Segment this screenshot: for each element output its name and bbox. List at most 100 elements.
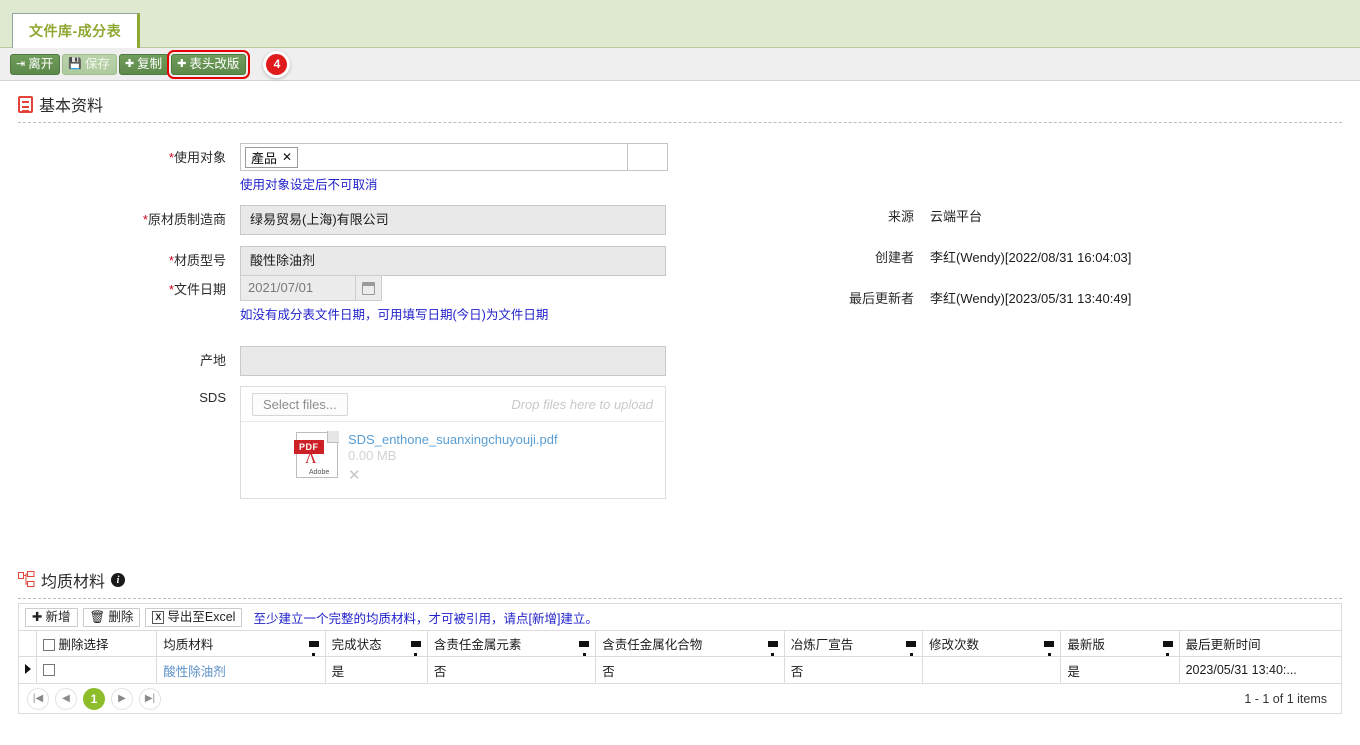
- last-updater-label: 最后更新者: [848, 291, 914, 306]
- pager-page-1-button[interactable]: 1: [83, 687, 105, 710]
- field-manufacturer: *原材质制造商 绿易贸易(上海)有限公司: [18, 205, 666, 235]
- filter-icon[interactable]: [906, 640, 916, 656]
- remove-file-icon[interactable]: ✕: [348, 463, 558, 484]
- sds-file-name[interactable]: SDS_enthone_suanxingchuyouji.pdf: [348, 432, 558, 447]
- field-origin: 产地: [18, 346, 666, 376]
- field-sds: SDS Select files... Drop files here to u…: [18, 386, 666, 499]
- field-usage-target: *使用对象 產品 ✕ 使用对象设定后不可取消: [18, 143, 668, 193]
- sds-uploader: Select files... Drop files here to uploa…: [240, 386, 666, 499]
- material-model-label: *材质型号: [168, 253, 226, 268]
- exit-button[interactable]: ⇥ 离开: [10, 53, 61, 75]
- cell-material[interactable]: 酸性除油剂: [156, 656, 326, 684]
- expand-row-icon[interactable]: [25, 664, 31, 674]
- field-material-model: *材质型号 酸性除油剂: [18, 246, 666, 276]
- usage-target-tag-label: 產品: [251, 150, 278, 166]
- section-divider: [18, 122, 1342, 123]
- column-header-material: 均质材料: [156, 630, 326, 657]
- column-label: 修改次数: [929, 638, 980, 652]
- cell-last-updated: 2023/05/31 13:40:...: [1178, 656, 1343, 684]
- calendar-button[interactable]: [356, 275, 382, 301]
- export-excel-button[interactable]: X 导出至Excel: [145, 607, 243, 627]
- grid-toolbar-hint: 至少建立一个完整的均质材料，才可被引用，请点[新增]建立。: [253, 611, 598, 626]
- add-row-label: 新增: [45, 609, 71, 624]
- export-excel-label: 导出至Excel: [167, 609, 236, 624]
- adobe-label: Adobe: [309, 469, 330, 476]
- row-checkbox[interactable]: [43, 664, 56, 676]
- column-header-smelter-declaration: 冶炼厂宣告: [783, 630, 924, 657]
- cell-metal-compound: 否: [595, 656, 785, 684]
- exit-button-label: 离开: [28, 56, 54, 71]
- creator-value: 李红(Wendy)[2022/08/31 16:04:03]: [930, 250, 1132, 265]
- source-value: 云端平台: [930, 209, 983, 224]
- column-label: 最新版: [1067, 638, 1105, 652]
- pager-next-button[interactable]: ▶: [111, 687, 133, 710]
- sds-file-item: PDF Λ Adobe SDS_enthone_suanxingchuyouji…: [241, 422, 665, 498]
- column-header-metal-element: 含责任金属元素: [426, 630, 597, 657]
- info-icon[interactable]: i: [111, 573, 126, 587]
- step-badge-4: 4: [266, 53, 288, 75]
- copy-button[interactable]: ✚ 复制: [118, 53, 170, 75]
- usage-target-tag-area[interactable]: 產品 ✕: [240, 143, 628, 171]
- origin-label: 产地: [199, 353, 226, 368]
- material-link[interactable]: 酸性除油剂: [163, 665, 226, 679]
- field-file-date: *文件日期 2021/07/01 如没有成分表文件日期，可用填写日期(今日)为文…: [18, 275, 548, 323]
- homogeneous-material-table: 删除选择 均质材料 完成状态 含责任金属元素 含责任金属化合物 冶炼厂宣告 修改…: [17, 630, 1343, 684]
- filter-icon[interactable]: [1044, 640, 1055, 656]
- delete-row-button[interactable]: 🗑 删除: [82, 607, 141, 627]
- filter-icon[interactable]: [308, 640, 319, 656]
- file-date-input[interactable]: 2021/07/01: [240, 275, 356, 301]
- expander-column-header: [17, 630, 38, 657]
- header-revision-button[interactable]: ✚ 表头改版: [167, 49, 251, 79]
- grid-toolbar: ✚ 新增 🗑 删除 X 导出至Excel 至少建立一个完整的均质材料，才可被引用…: [18, 603, 1342, 630]
- pager-prev-button[interactable]: ◀: [55, 687, 77, 710]
- select-all-checkbox[interactable]: [43, 639, 56, 651]
- filter-icon[interactable]: [410, 640, 421, 656]
- row-expander-cell[interactable]: [17, 656, 38, 684]
- pager-last-button[interactable]: ▶|: [139, 687, 161, 710]
- file-date-picker[interactable]: 2021/07/01: [240, 275, 548, 301]
- add-row-button[interactable]: ✚ 新增: [25, 607, 78, 627]
- tab-strip: 文件库-成分表: [0, 0, 1360, 48]
- pager-buttons: |◀ ◀ 1 ▶ ▶|: [27, 687, 161, 710]
- tab-document-library-composition[interactable]: 文件库-成分表: [12, 13, 141, 48]
- plus-icon: ✚: [177, 57, 187, 70]
- remove-tag-icon[interactable]: ✕: [282, 150, 292, 164]
- pdf-file-icon: PDF Λ Adobe: [294, 431, 339, 478]
- basic-info-section: 基本资料: [0, 81, 1360, 123]
- cell-metal-element: 否: [426, 656, 597, 684]
- column-header-latest-version: 最新版: [1060, 630, 1180, 657]
- column-label: 完成状态: [331, 638, 382, 652]
- meta-creator: 创建者 李红(Wendy)[2022/08/31 16:04:03]: [820, 247, 1131, 266]
- usage-target-hint: 使用对象设定后不可取消: [240, 178, 378, 192]
- document-list-icon: [18, 95, 33, 113]
- origin-input[interactable]: [240, 346, 666, 376]
- main-toolbar: ⇥ 离开 💾 保存 ✚ 复制 ✚ 表头改版 4: [0, 48, 1360, 81]
- select-files-button[interactable]: Select files...: [252, 392, 348, 416]
- section-divider: [18, 598, 1342, 599]
- sds-label: SDS: [199, 390, 226, 405]
- sds-file-size: 0.00 MB: [348, 448, 397, 463]
- plus-icon: ✚: [124, 57, 135, 70]
- usage-target-multiselect[interactable]: 產品 ✕: [240, 143, 668, 171]
- pager-first-button[interactable]: |◀: [27, 687, 49, 710]
- cell-latest-version: 是: [1060, 656, 1180, 684]
- table-row[interactable]: 酸性除油剂 是 否 否 否 是 2023/05/31 13:40:...: [17, 656, 1343, 684]
- filter-icon[interactable]: [579, 640, 590, 656]
- usage-target-label: *使用对象: [168, 150, 226, 165]
- material-model-input[interactable]: 酸性除油剂: [240, 246, 666, 276]
- header-revision-button-label: 表头改版: [189, 56, 240, 71]
- filter-icon[interactable]: [767, 640, 778, 656]
- filter-icon[interactable]: [1162, 640, 1173, 656]
- row-select-cell[interactable]: [36, 656, 158, 684]
- file-date-label: *文件日期: [168, 282, 226, 297]
- save-button-label: 保存: [84, 56, 110, 71]
- save-button[interactable]: 💾 保存: [62, 53, 117, 75]
- homogeneous-material-header: 均质材料 i: [18, 557, 1342, 598]
- column-label: 删除选择: [58, 638, 109, 652]
- usage-target-side-box[interactable]: [628, 143, 668, 171]
- basic-info-title: 基本资料: [39, 98, 104, 115]
- manufacturer-input[interactable]: 绿易贸易(上海)有限公司: [240, 205, 666, 235]
- column-label: 含责任金属元素: [433, 638, 522, 652]
- homogeneous-material-grid-wrap: ✚ 新增 🗑 删除 X 导出至Excel 至少建立一个完整的均质材料，才可被引用…: [0, 603, 1360, 714]
- basic-info-header: 基本资料: [18, 81, 1342, 122]
